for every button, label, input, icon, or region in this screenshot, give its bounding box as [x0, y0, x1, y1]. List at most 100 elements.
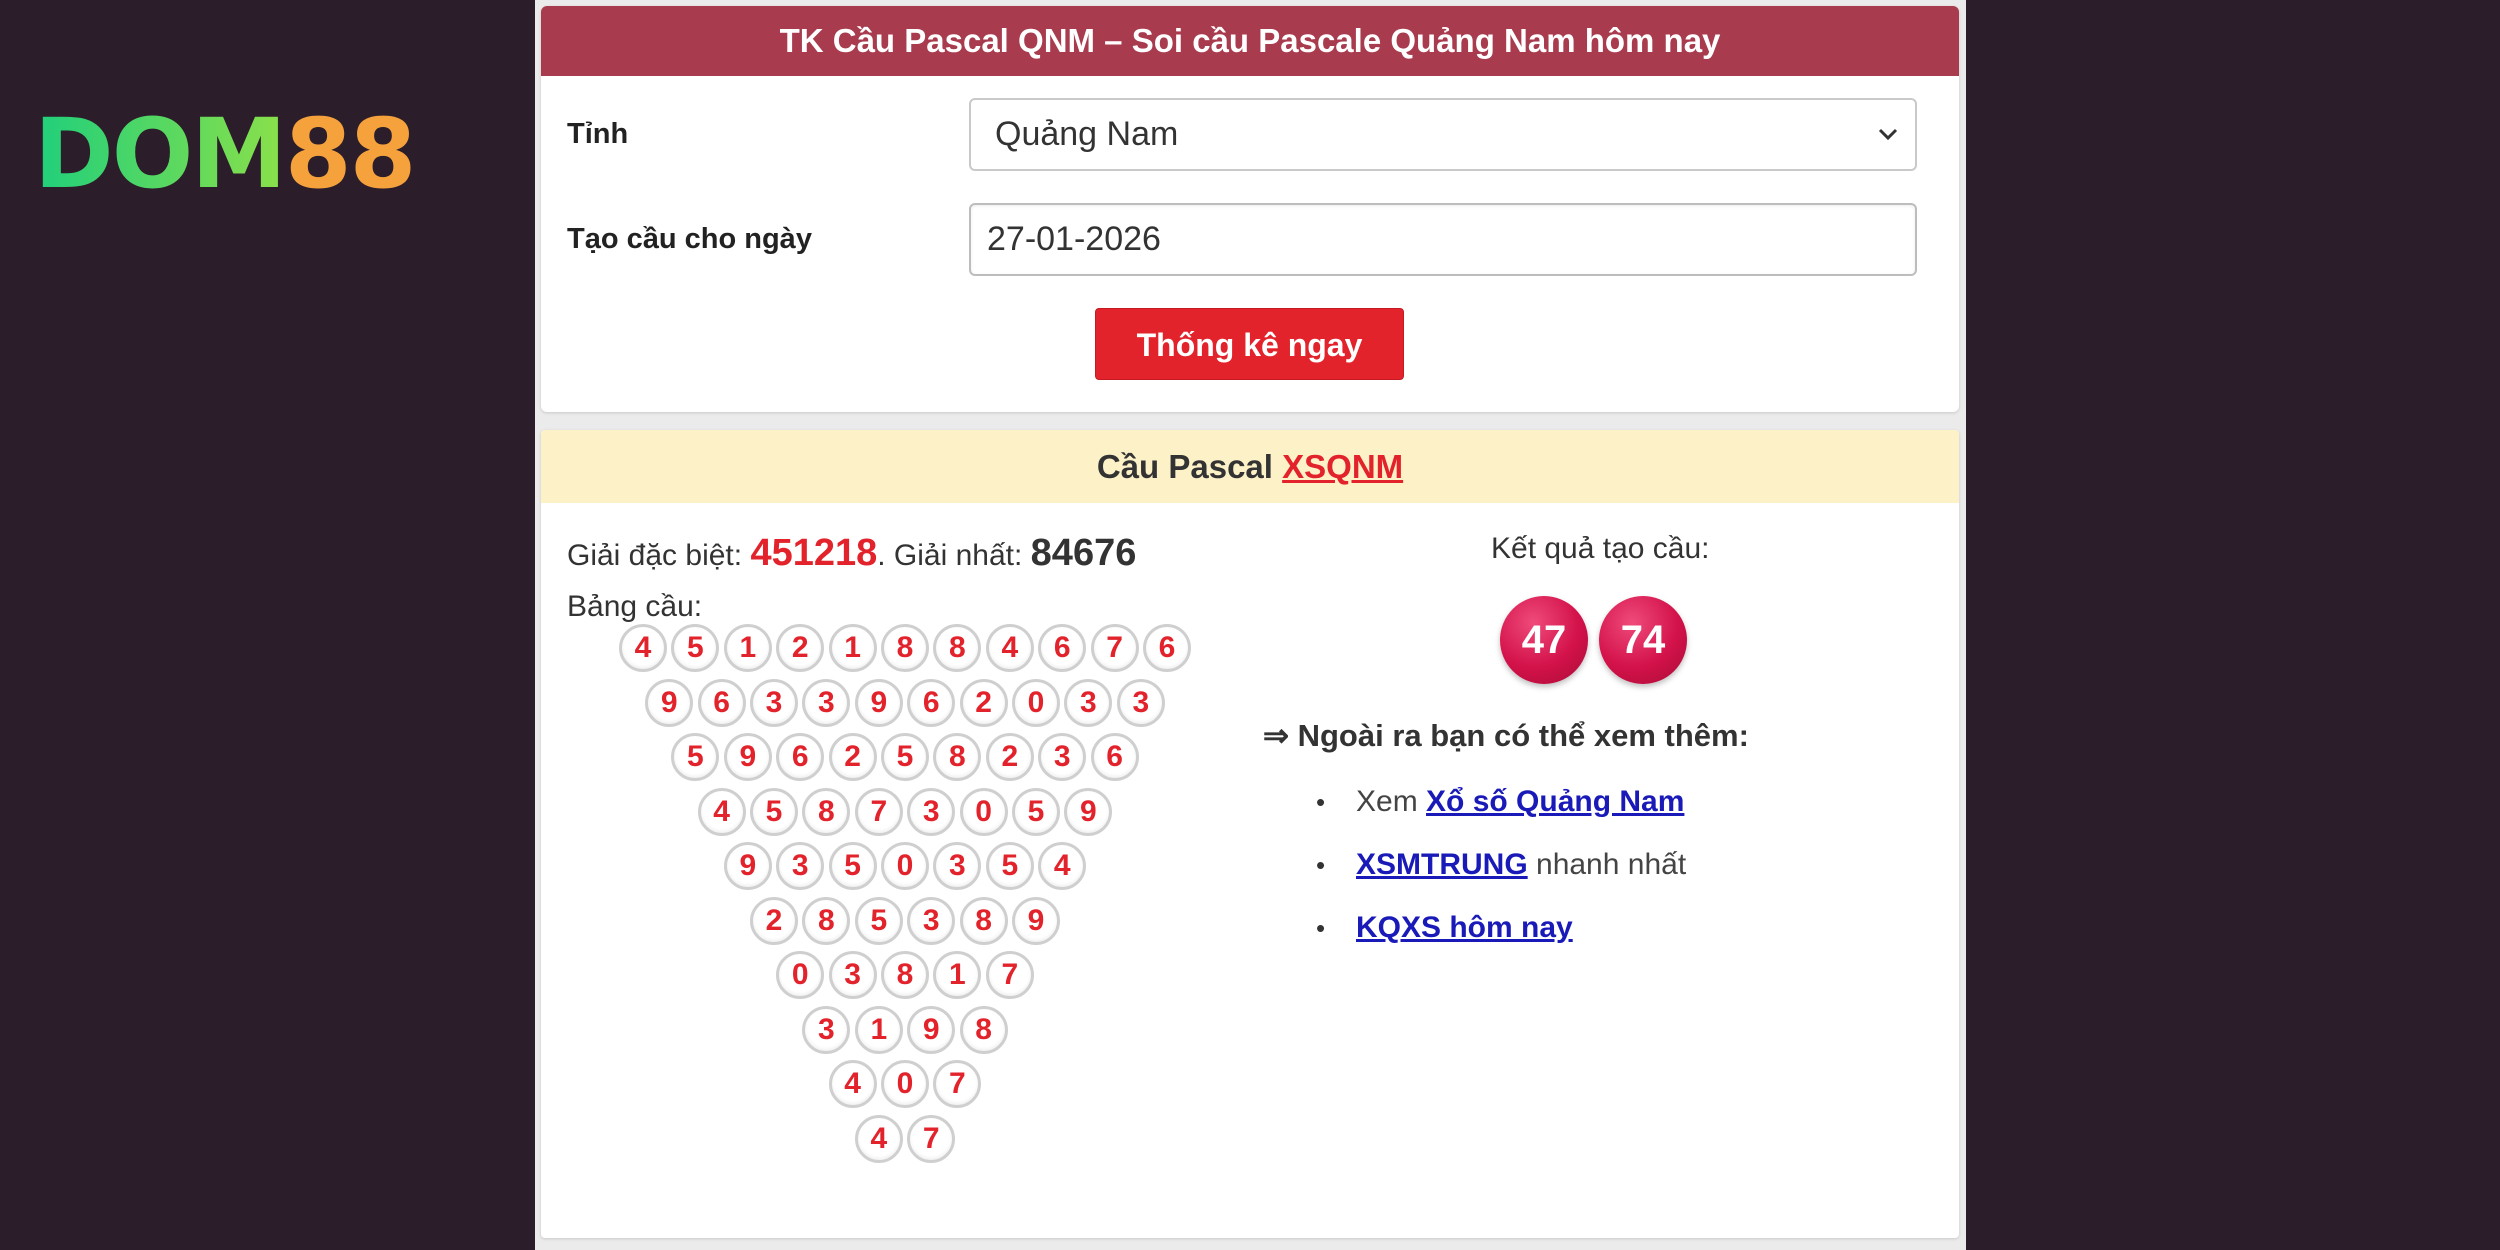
pascal-digit: 6	[1143, 624, 1191, 672]
outcome-label: Kết quả tạo cầu:	[1491, 532, 1710, 565]
pascal-digit: 6	[697, 678, 746, 727]
date-input[interactable]: 27-01-2026	[969, 203, 1917, 276]
logo-text-dom: DOM	[34, 98, 287, 210]
pascal-digit: 3	[907, 896, 956, 945]
link-suffix: nhanh nhất	[1527, 848, 1687, 881]
pascal-digit: 5	[854, 896, 903, 945]
pascal-digit: 3	[1116, 678, 1165, 727]
pascal-digit: 3	[750, 678, 798, 727]
pascal-digit: 4	[619, 624, 667, 672]
pascal-digit: 2	[828, 733, 877, 781]
pascal-digit: 7	[985, 951, 1034, 999]
pascal-digit: 7	[1090, 624, 1139, 672]
pascal-digit: 3	[1064, 678, 1113, 727]
result-title-prefix: Cầu Pascal	[1096, 448, 1273, 485]
pascal-digit: 7	[907, 1114, 956, 1163]
pascal-digit: 5	[671, 733, 720, 781]
special-prize-value: 451218	[750, 532, 878, 574]
pascal-digit: 3	[907, 787, 956, 836]
prize-line: Giải đặc biệt: 451218. Giải nhất: 84676	[567, 532, 1136, 575]
pascal-digit: 5	[985, 842, 1034, 890]
pascal-digit: 2	[776, 624, 825, 672]
chevron-down-icon	[1877, 100, 1899, 195]
list-item: XSMTRUNG nhanh nhất	[1316, 845, 1686, 908]
pascal-digit: 9	[723, 733, 772, 781]
pascal-digit: 1	[723, 624, 772, 672]
xsqnm-link[interactable]: XSQNM	[1282, 448, 1403, 485]
pascal-digit: 6	[1090, 733, 1139, 781]
pascal-digit: 0	[881, 1060, 929, 1108]
pascal-digit: 8	[881, 951, 929, 999]
xsmtrung-link[interactable]: XSMTRUNG	[1356, 848, 1528, 881]
pascal-digit: 5	[1012, 787, 1060, 836]
pascal-digit: 3	[828, 951, 877, 999]
pascal-digit: 9	[645, 678, 694, 727]
pascal-digit: 9	[1064, 787, 1113, 836]
pascal-digit: 1	[854, 1005, 903, 1054]
outcome-number-ball: 47	[1500, 596, 1588, 684]
pascal-digit: 7	[854, 787, 903, 836]
pascal-digit: 7	[933, 1060, 982, 1108]
first-prize-value: 84676	[1030, 532, 1137, 574]
province-label: Tỉnh	[567, 118, 629, 150]
see-more-label: ⇒ Ngoài ra bạn có thể xem thêm:	[1263, 718, 1749, 753]
pascal-digit: 1	[828, 624, 877, 672]
pascal-digit: 9	[723, 842, 772, 890]
pascal-digit: 9	[907, 1005, 956, 1054]
province-select[interactable]: Quảng Nam	[969, 98, 1917, 171]
pascal-digit: 3	[933, 842, 982, 890]
pascal-digit: 0	[959, 787, 1008, 836]
list-item: KQXS hôm nay	[1316, 908, 1686, 971]
first-prize-label: . Giải nhất:	[877, 539, 1023, 572]
pascal-digit: 8	[881, 624, 929, 672]
pascal-digit: 4	[828, 1060, 877, 1108]
pascal-digit: 2	[985, 733, 1034, 781]
pascal-digit: 6	[776, 733, 825, 781]
pascal-digit: 4	[854, 1114, 903, 1163]
pascal-digit: 3	[776, 842, 825, 890]
pascal-form-card: TK Cầu Pascal QNM – Soi cầu Pascale Quản…	[541, 6, 1959, 412]
pascal-digit: 5	[671, 624, 720, 672]
pascal-digit: 5	[750, 787, 798, 836]
pascal-digit: 0	[1012, 678, 1060, 727]
list-item: Xem Xổ số Quảng Nam	[1316, 782, 1686, 845]
pascal-digit: 8	[802, 896, 851, 945]
pascal-digit: 6	[907, 678, 956, 727]
pascal-digit: 3	[802, 678, 851, 727]
submit-stats-button[interactable]: Thống kê ngay	[1095, 308, 1404, 380]
pascal-digit: 8	[933, 733, 982, 781]
kqxs-hom-nay-link[interactable]: KQXS hôm nay	[1356, 911, 1573, 944]
special-prize-label: Giải đặc biệt:	[567, 539, 743, 572]
pascal-digit: 0	[776, 951, 825, 999]
form-title: TK Cầu Pascal QNM – Soi cầu Pascale Quản…	[541, 6, 1959, 76]
date-label: Tạo cầu cho ngày	[567, 223, 812, 255]
pascal-digit: 4	[985, 624, 1034, 672]
logo-text-88: 88	[284, 98, 417, 210]
pascal-digit: 5	[881, 733, 929, 781]
pascal-digit: 4	[697, 787, 746, 836]
link-prefix: Xem	[1356, 785, 1427, 818]
pascal-digit: 2	[959, 678, 1008, 727]
xo-so-quang-nam-link[interactable]: Xổ số Quảng Nam	[1426, 785, 1684, 818]
pascal-digit: 9	[1012, 896, 1060, 945]
pascal-digit: 2	[750, 896, 798, 945]
pascal-digit: 8	[959, 896, 1008, 945]
main-content: TK Cầu Pascal QNM – Soi cầu Pascale Quản…	[535, 0, 1966, 1250]
pascal-digit: 6	[1038, 624, 1087, 672]
pascal-digit: 5	[828, 842, 877, 890]
pascal-digit: 1	[933, 951, 982, 999]
pascal-digit: 8	[933, 624, 982, 672]
pascal-digit: 3	[802, 1005, 851, 1054]
pascal-table-label: Bảng cầu:	[567, 590, 703, 623]
pascal-digit: 0	[881, 842, 929, 890]
dom88-logo[interactable]: DOM88	[34, 106, 416, 202]
pascal-digit: 8	[802, 787, 851, 836]
pascal-digit: 9	[854, 678, 903, 727]
pascal-digit: 4	[1038, 842, 1087, 890]
outcome-number-ball: 74	[1599, 596, 1687, 684]
see-more-list: Xem Xổ số Quảng Nam XSMTRUNG nhanh nhất …	[1316, 782, 1686, 971]
pascal-digit: 8	[959, 1005, 1008, 1054]
result-title: Cầu Pascal XSQNM	[541, 430, 1959, 503]
pascal-digit: 3	[1038, 733, 1087, 781]
province-select-value: Quảng Nam	[995, 115, 1179, 153]
